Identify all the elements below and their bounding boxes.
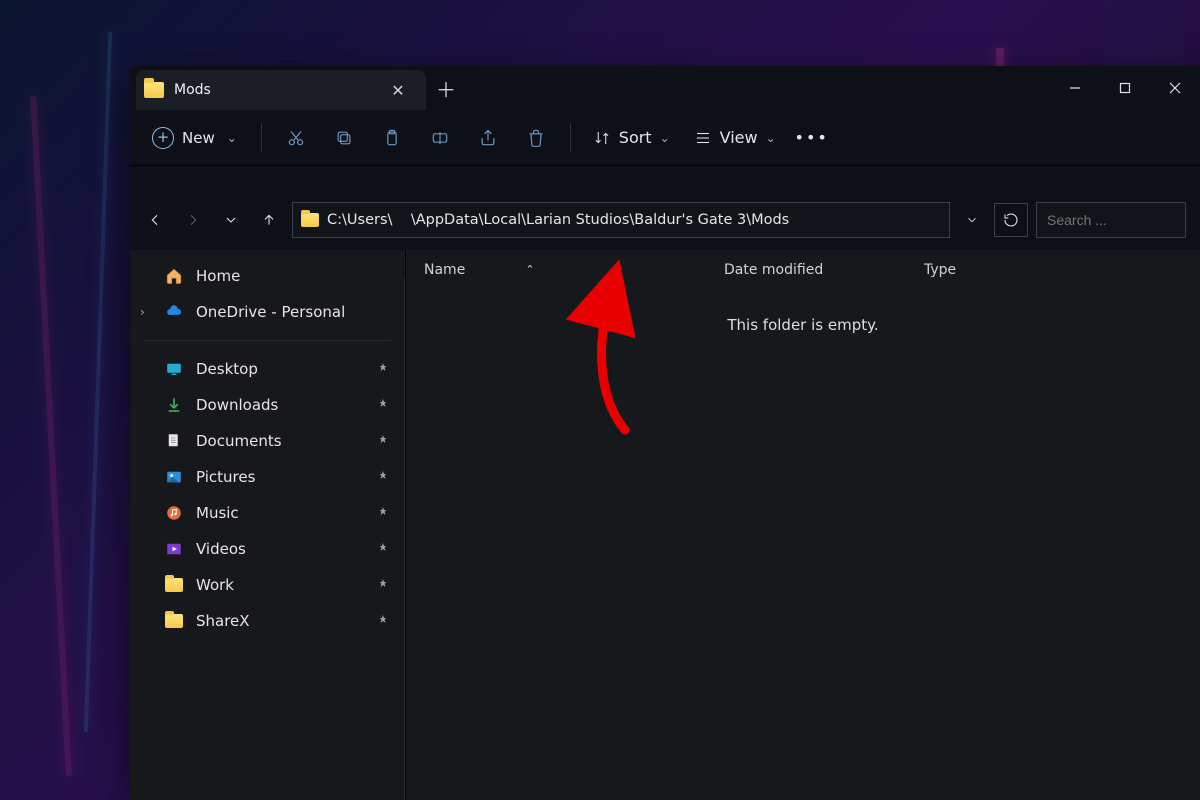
content-pane: Name ⌃ Date modified Type This folder is… [406,250,1200,800]
forward-button[interactable] [178,205,208,235]
folder-icon [301,213,319,227]
sidebar-item-desktop[interactable]: Desktop [130,351,405,387]
sidebar-item-label: Desktop [196,360,258,378]
chevron-down-icon: ⌄ [660,131,670,145]
chevron-down-icon: ⌄ [227,131,237,145]
sidebar-item-onedrive[interactable]: › OneDrive - Personal [130,294,405,330]
downloads-icon [164,395,184,415]
sidebar-item-music[interactable]: Music [130,495,405,531]
pin-icon [377,576,389,594]
sidebar-item-label: Documents [196,432,282,450]
tab-mods[interactable]: Mods ✕ [136,70,426,110]
sort-button[interactable]: Sort ⌄ [583,122,680,153]
pin-icon [377,504,389,522]
maximize-button[interactable] [1100,66,1150,110]
sidebar-item-documents[interactable]: Documents [130,423,405,459]
toolbar: + New ⌄ Sort ⌄ View [130,110,1200,166]
refresh-button[interactable] [994,203,1028,237]
sidebar-item-label: OneDrive - Personal [196,303,345,321]
folder-icon [144,82,164,98]
sidebar-item-label: Pictures [196,468,255,486]
sidebar-item-label: ShareX [196,612,250,630]
sidebar-item-label: Home [196,267,240,285]
desktop-icon [164,359,184,379]
empty-folder-message: This folder is empty. [406,316,1200,334]
view-button[interactable]: View ⌄ [684,122,786,153]
pin-icon [377,360,389,378]
sidebar-item-label: Videos [196,540,246,558]
navigation-row [130,190,1200,250]
pin-icon [377,396,389,414]
cut-button[interactable] [274,118,318,158]
new-tab-button[interactable]: ＋ [426,66,466,110]
videos-icon [164,539,184,559]
divider [144,340,391,341]
search-box[interactable] [1036,202,1186,238]
delete-button[interactable] [514,118,558,158]
documents-icon [164,431,184,451]
sidebar-item-label: Music [196,504,239,522]
paste-button[interactable] [370,118,414,158]
sidebar: Home › OneDrive - Personal Desktop [130,250,406,800]
pin-icon [377,612,389,630]
pictures-icon [164,467,184,487]
sidebar-item-home[interactable]: Home [130,258,405,294]
sidebar-item-sharex[interactable]: ShareX [130,603,405,639]
sidebar-item-label: Downloads [196,396,278,414]
sidebar-item-downloads[interactable]: Downloads [130,387,405,423]
new-label: New [182,129,215,147]
sidebar-item-work[interactable]: Work [130,567,405,603]
search-input[interactable] [1047,212,1200,228]
tab-title: Mods [174,82,374,98]
back-button[interactable] [140,205,170,235]
pin-icon [377,540,389,558]
share-button[interactable] [466,118,510,158]
sort-label: Sort [619,128,652,147]
home-icon [164,266,184,286]
close-button[interactable] [1150,66,1200,110]
pin-icon [377,468,389,486]
more-button[interactable]: ••• [790,128,834,147]
music-icon [164,503,184,523]
folder-icon [164,575,184,595]
titlebar: Mods ✕ ＋ [130,66,1200,110]
address-bar[interactable] [292,202,950,238]
up-button[interactable] [254,205,284,235]
plus-icon: + [152,127,174,149]
column-name[interactable]: Name ⌃ [424,262,724,278]
new-button[interactable]: + New ⌄ [140,121,249,155]
column-date-modified[interactable]: Date modified [724,262,924,278]
sidebar-item-videos[interactable]: Videos [130,531,405,567]
onedrive-icon [164,302,184,322]
pin-icon [377,432,389,450]
minimize-button[interactable] [1050,66,1100,110]
sidebar-item-pictures[interactable]: Pictures [130,459,405,495]
folder-icon [164,611,184,631]
address-history-button[interactable] [958,206,986,234]
column-headers: Name ⌃ Date modified Type [406,250,1200,290]
address-input[interactable] [327,212,941,228]
copy-button[interactable] [322,118,366,158]
view-label: View [720,128,758,147]
tab-close-button[interactable]: ✕ [384,81,412,100]
rename-button[interactable] [418,118,462,158]
file-explorer-window: Mods ✕ ＋ + New ⌄ [130,66,1200,800]
chevron-right-icon: › [140,305,145,319]
sidebar-item-label: Work [196,576,234,594]
column-type[interactable]: Type [924,262,1044,278]
sort-indicator-icon: ⌃ [525,263,534,276]
chevron-down-icon: ⌄ [766,131,776,145]
body: Home › OneDrive - Personal Desktop [130,250,1200,800]
recent-locations-button[interactable] [216,205,246,235]
